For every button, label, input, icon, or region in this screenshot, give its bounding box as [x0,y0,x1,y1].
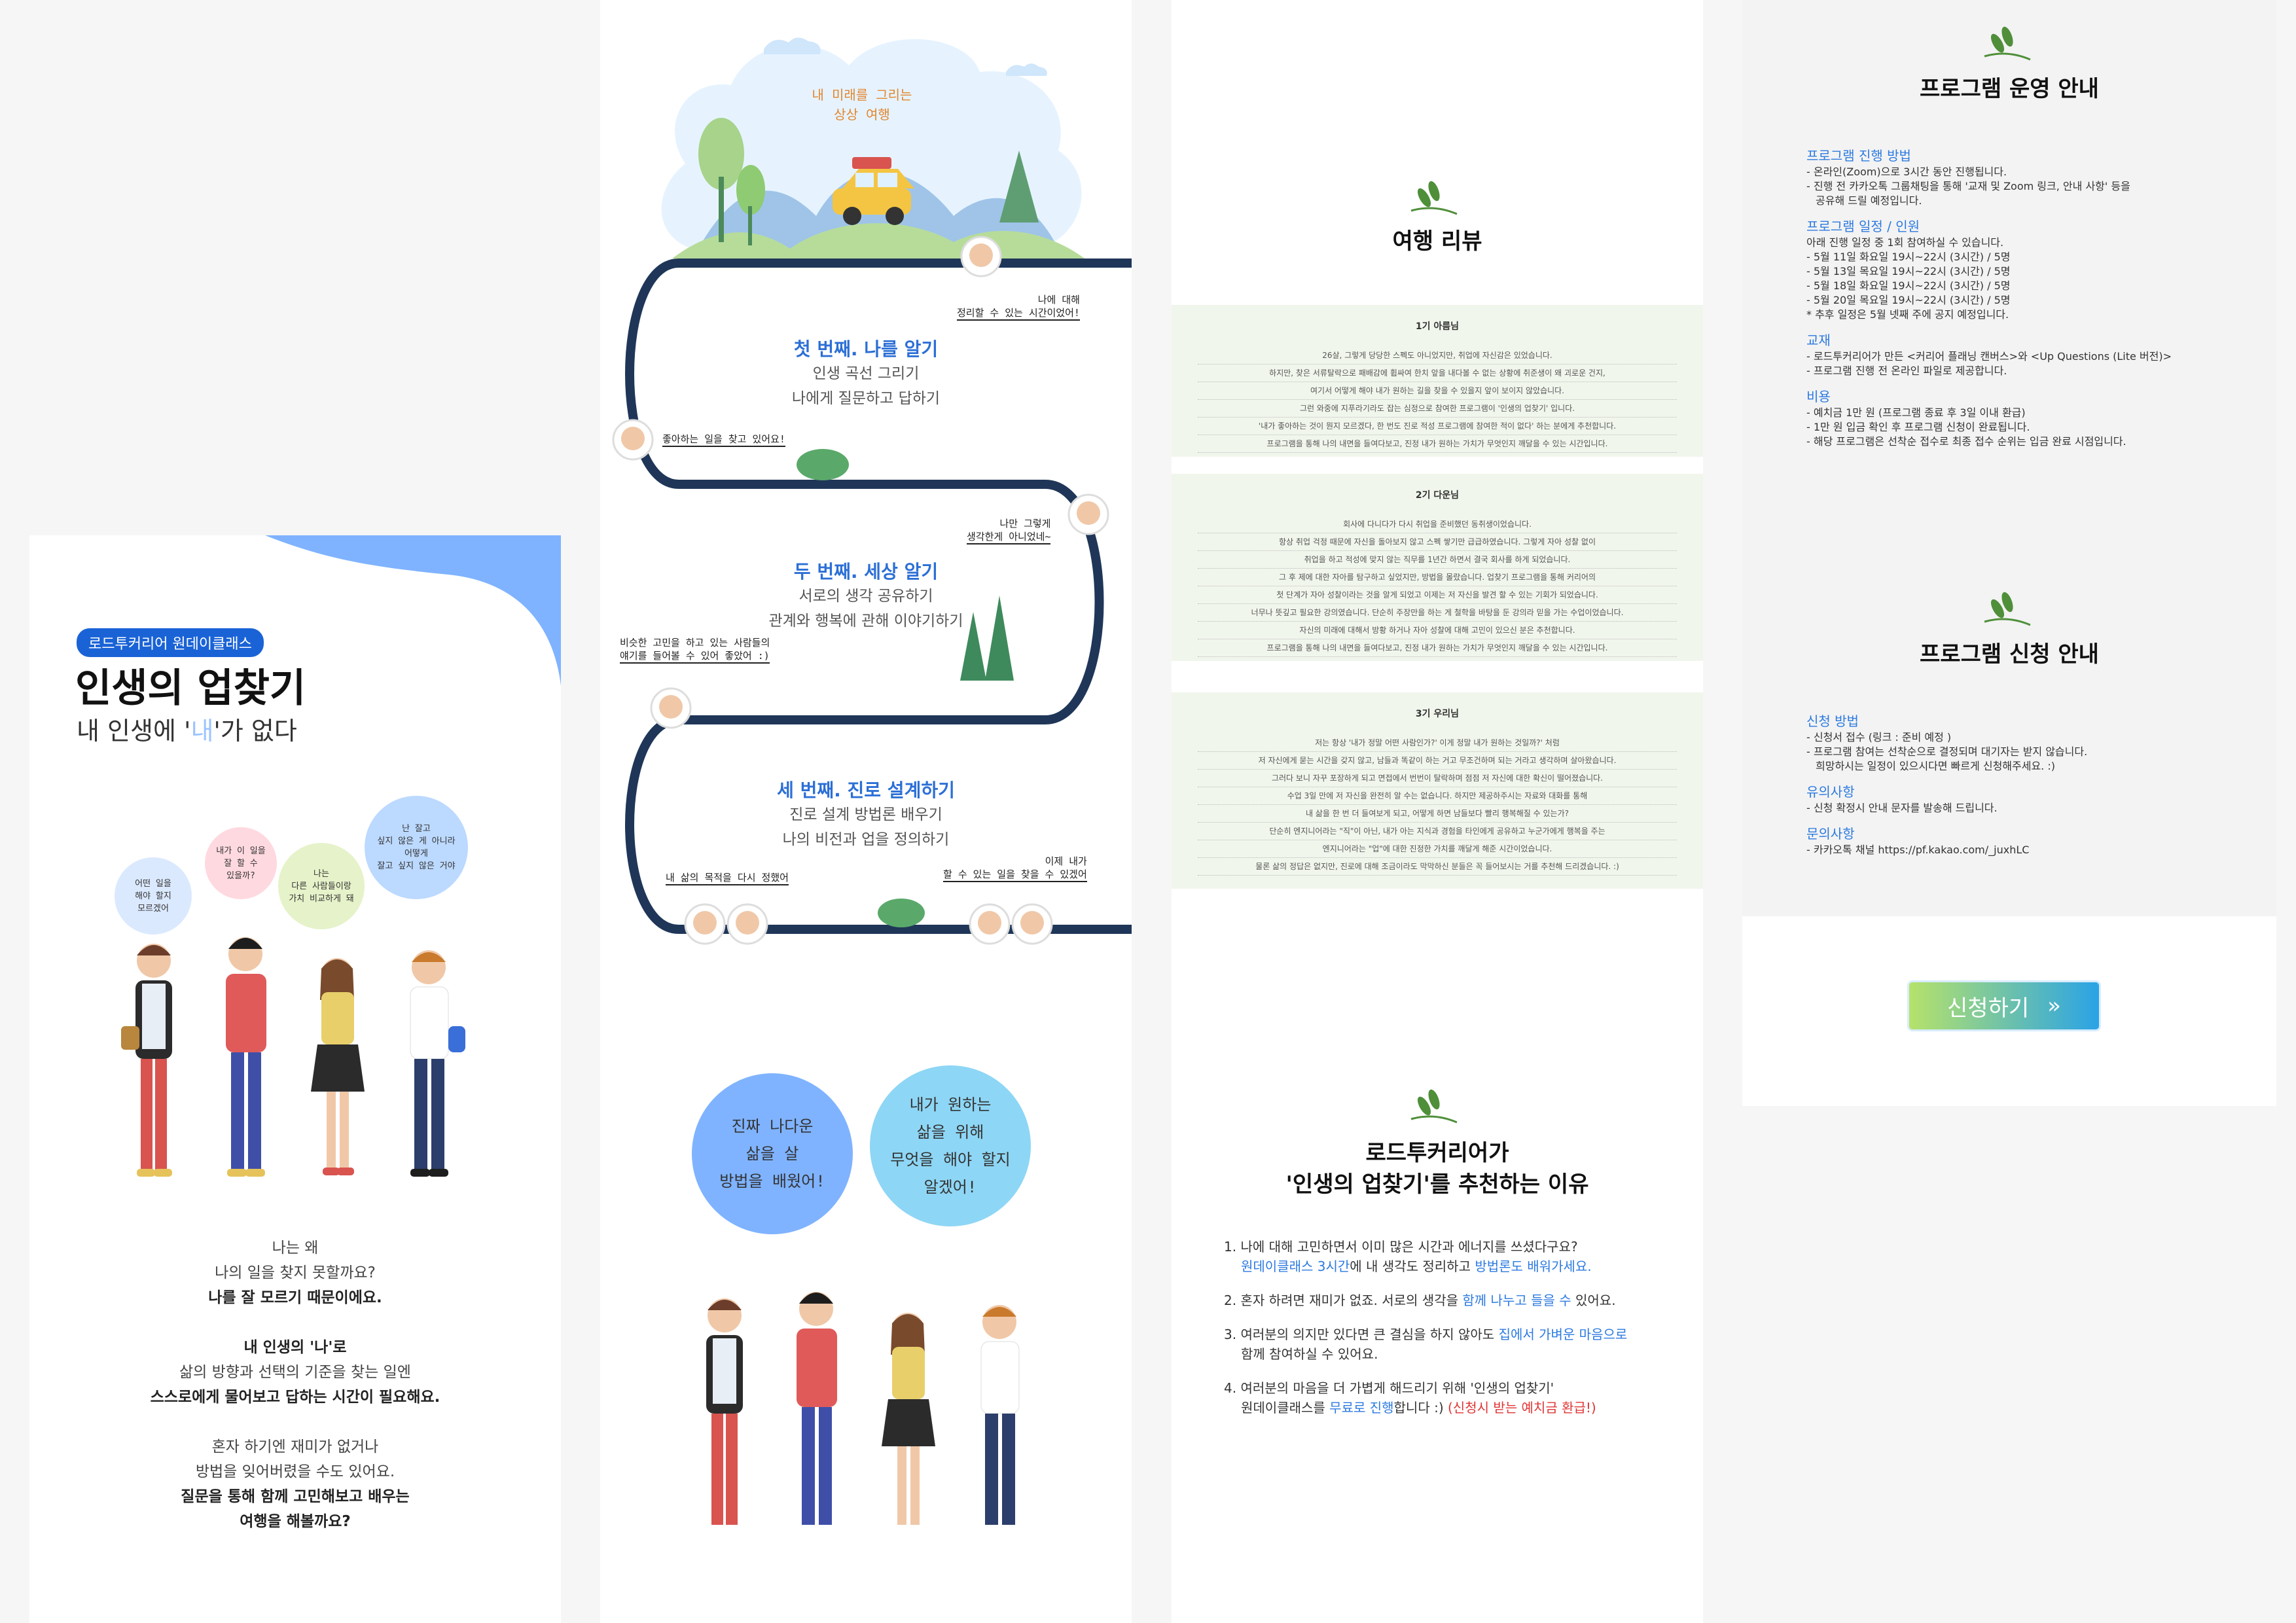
reason-item: 3. 여러분의 의지만 있다면 큰 결심을 하지 않아도 집에서 가벼운 마음으… [1224,1327,1628,1362]
apply-info: 신청 방법 - 신청서 접수 (링크 : 준비 예정 ) - 프로그램 참여는 … [1806,713,2088,856]
intro-panel: 로드투커리어 원데이클래스 인생의 업찾기 내 인생에 '내'가 없다 어떤 일… [29,535,561,1623]
reason-item: 4. 여러분의 마음을 더 가볍게 해드리기 위해 '인생의 업찾기' 원데이클… [1224,1380,1596,1416]
apply-section-title: 프로그램 신청 안내 [1920,641,2099,668]
review-note: 나만 그렇게 생각한게 아니었네~ [967,517,1051,544]
worry-bubble: 내가 이 일을 잘 할 수 있을까? [205,827,277,899]
leaf-icon [1984,592,2031,626]
students-illustration [121,937,465,1177]
review-note: 내 삶의 목적을 다시 정했어 [666,870,789,885]
journey-title: 내 미래를 그리는 상상 여행 [812,87,912,122]
intro-text-1: 나는 왜 나의 일을 찾지 못할까요? 나를 잘 모르기 때문이에요. [208,1240,382,1306]
step1-title: 첫 번째. 나를 알기 [793,338,939,360]
class-badge: 로드투커리어 원데이클래스 [77,628,264,657]
intro-text-3: 혼자 하기엔 재미가 없거나 방법을 잊어버렸을 수도 있어요. 질문을 통해 … [181,1438,410,1530]
step2-title: 두 번째. 세상 알기 [793,561,939,582]
review-note: 이제 내가 할 수 있는 일을 찾을 수 있겠어 [943,855,1087,882]
review-note: 나에 대해 정리할 수 있는 시간이었어! [957,293,1080,321]
step3-desc: 진로 설계 방법론 배우기 나의 비전과 업을 정의하기 [782,806,950,848]
page-subtitle: 내 인생에 '내'가 없다 [77,717,297,745]
reason-list: 1. 나에 대해 고민하면서 이미 많은 시간과 에너지를 쓰셨다구요? 원데이… [1224,1237,1682,1432]
ops-info: 프로그램 진행 방법 - 온라인(Zoom)으로 3시간 동안 진행됩니다. -… [1806,148,2172,448]
reason-item: 2. 혼자 하려면 재미가 없죠. 서로의 생각을 함께 나누고 들을 수 있어… [1224,1293,1616,1308]
step3-title: 세 번째. 진로 설계하기 [777,779,955,801]
leaf-icon [1984,26,2031,61]
outcome-bubble: 진짜 나다운 삶을 살 방법을 배웠어! [692,1073,853,1234]
review-note: 비슷한 고민을 하고 있는 사람들의 얘기를 들어볼 수 있어 좋았어 :) [620,636,770,664]
info-panel: 프로그램 운영 안내 프로그램 진행 방법 - 온라인(Zoom)으로 3시간 … [1742,0,2276,1106]
double-chevron-right-icon: » [2047,993,2061,1019]
review-card: 2기 다운님 회사에 다니다가 다시 취업을 준비했던 동취생이었습니다. 항상… [1172,474,1703,661]
page-title: 인생의 업찾기 [75,666,306,711]
leaf-icon [1410,1089,1458,1124]
review-panel: 여행 리뷰 1기 아름님 26살, 그렇게 당당한 스펙도 아니었지만, 취업에… [1172,0,1703,1623]
intro-text-2: 내 인생의 '나'로 삶의 방향과 선택의 기준을 찾는 일엔 스스로에게 물어… [150,1339,440,1406]
review-card: 1기 아름님 26살, 그렇게 당당한 스펙도 아니었지만, 취업에 자신감은 … [1172,305,1703,457]
review-section-title: 여행 리뷰 [1392,228,1482,255]
recommend-section-title: 로드투커리어가 '인생의 업찾기'를 추천하는 이유 [1285,1140,1589,1198]
journey-panel: 내 미래를 그리는 상상 여행 첫 번째. 나를 알기 인생 곡선 그리기 나에게… [600,0,1132,1623]
review-note: 좋아하는 일을 찾고 있어요! [662,432,785,447]
step1-desc: 인생 곡선 그리기 나에게 질문하고 답하기 [791,365,941,407]
ops-section-title: 프로그램 운영 안내 [1920,76,2099,102]
outcome-bubble: 내가 원하는 삶을 위해 무엇을 해야 할지 알겠어! [870,1065,1031,1226]
step2-desc: 서로의 생각 공유하기 관계와 행복에 관해 이야기하기 [768,588,963,630]
leaf-icon [1410,181,1458,215]
apply-button-label: 신청하기 [1947,995,2030,1022]
apply-button[interactable]: 신청하기 » [1907,980,2101,1031]
worry-bubble: 난 잘고 싶지 않은 게 아니라 어떻게 잘고 싶지 않은 거야 [365,796,468,899]
reason-item: 1. 나에 대해 고민하면서 이미 많은 시간과 에너지를 쓰셨다구요? 원데이… [1224,1239,1592,1274]
review-card: 3기 우리님 저는 항상 '내가 정말 어떤 사람인가?' 이게 정말 내가 원… [1172,692,1703,889]
students-illustration [706,1292,1020,1525]
